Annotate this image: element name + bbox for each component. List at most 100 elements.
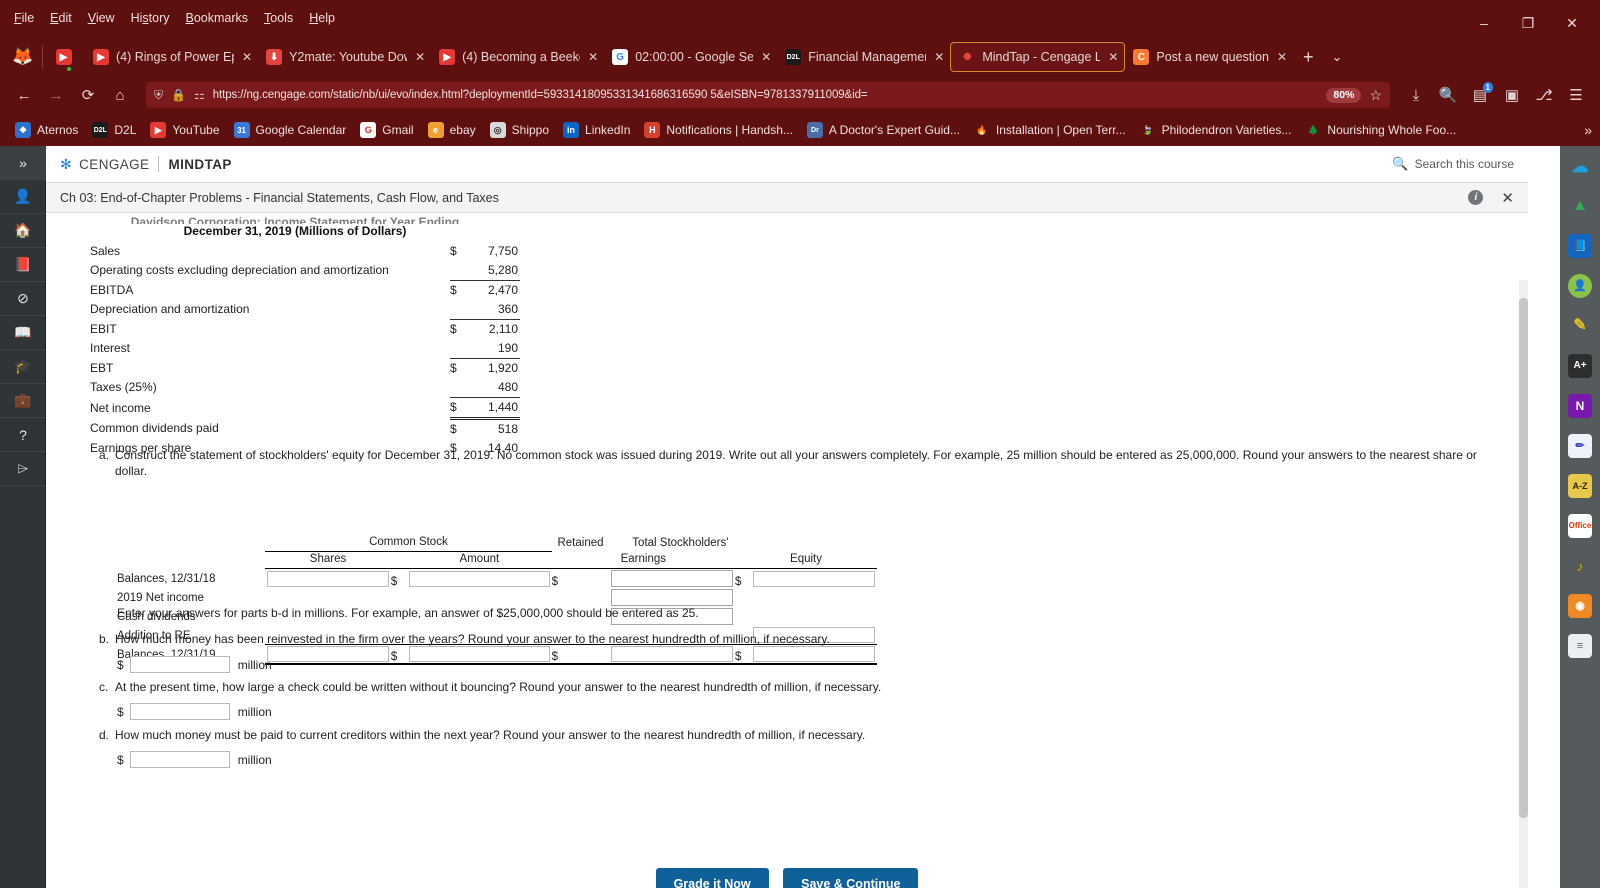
- balances-1219-retained-input[interactable]: [611, 646, 734, 662]
- answer-b-input[interactable]: [129, 656, 230, 673]
- rail-graduation-icon[interactable]: 🎓: [0, 350, 46, 384]
- tab-close-icon[interactable]: ✕: [1277, 50, 1287, 64]
- rail-expand-icon[interactable]: »: [0, 146, 46, 180]
- answer-d-input[interactable]: [129, 751, 230, 768]
- bookmark-open-terrarium[interactable]: 🔥 Installation | Open Terr...: [967, 120, 1133, 140]
- bookmark-ebay[interactable]: e ebay: [421, 120, 483, 140]
- rail-profile-icon[interactable]: 👤: [0, 180, 46, 214]
- close-icon[interactable]: ✕: [1501, 189, 1514, 207]
- downloads-icon[interactable]: ⤓: [1400, 80, 1432, 110]
- bookmark-aternos[interactable]: ❖ Aternos: [8, 120, 85, 140]
- lock-icon[interactable]: 🔒: [171, 88, 186, 102]
- home-button[interactable]: ⌂: [104, 80, 136, 110]
- bookmarks-overflow-icon[interactable]: »: [1584, 122, 1592, 138]
- containers-icon[interactable]: ⎇: [1528, 80, 1560, 110]
- balances-1219-equity-input[interactable]: [753, 646, 875, 662]
- shield-icon[interactable]: ⛨: [154, 88, 163, 103]
- rail-app-ms-office[interactable]: Office: [1560, 506, 1600, 546]
- balances-1218-shares-input[interactable]: [267, 571, 389, 587]
- balances-1219-amount-input[interactable]: [409, 646, 550, 662]
- list-all-tabs-icon[interactable]: ⌄: [1324, 49, 1351, 65]
- bookmark-handshake-notifications[interactable]: H Notifications | Handsh...: [637, 120, 800, 140]
- net-income-retained-input[interactable]: [611, 589, 734, 606]
- bookmark-linkedin[interactable]: in LinkedIn: [556, 120, 637, 140]
- bookmark-gmail[interactable]: G Gmail: [353, 120, 420, 140]
- grade-it-now-button[interactable]: Grade it Now: [655, 868, 769, 888]
- menu-bookmarks[interactable]: Bookmarks: [178, 9, 257, 27]
- tab-close-icon[interactable]: ✕: [761, 50, 771, 64]
- rail-briefcase-icon[interactable]: 💼: [0, 384, 46, 418]
- search-icon[interactable]: 🔍: [1432, 80, 1464, 110]
- answer-c-input[interactable]: [129, 703, 230, 720]
- bookmark-nourishing-whole-foods[interactable]: 🌲 Nourishing Whole Foo...: [1298, 120, 1463, 140]
- tab-mindtap[interactable]: ✺ MindTap - Cengage Learnin ✕: [950, 42, 1126, 72]
- rail-app-highlighter[interactable]: ✎: [1560, 306, 1600, 346]
- bookmark-star-icon[interactable]: ☆: [1369, 87, 1382, 104]
- tab-close-icon[interactable]: ✕: [415, 50, 425, 64]
- cengage-mindtap-logo[interactable]: ✻ CENGAGE MINDTAP: [60, 156, 232, 173]
- rail-app-contact[interactable]: 👤: [1560, 266, 1600, 306]
- rail-app-grade-a-plus[interactable]: A+: [1560, 346, 1600, 386]
- maximize-button[interactable]: ❐: [1506, 12, 1550, 34]
- tab-rings-of-power[interactable]: ▶ (4) Rings of Power Episode ✕: [85, 42, 258, 72]
- save-and-continue-button[interactable]: Save & Continue: [783, 868, 919, 888]
- search-this-course-button[interactable]: 🔍 Search this course: [1392, 156, 1514, 172]
- pinned-tab-youtube[interactable]: ▶: [49, 42, 85, 72]
- balances-1218-retained-input[interactable]: [611, 570, 734, 587]
- bookmark-google-calendar[interactable]: 31 Google Calendar: [227, 120, 354, 140]
- tab-becoming-a-beekeeper[interactable]: ▶ (4) Becoming a Beekeeper - ✕: [431, 42, 604, 72]
- menu-help[interactable]: Help: [301, 9, 343, 27]
- page-scrollbar-thumb[interactable]: [1519, 298, 1528, 818]
- tab-close-icon[interactable]: ✕: [1108, 50, 1118, 64]
- rail-home-icon[interactable]: 🏠: [0, 214, 46, 248]
- reload-button[interactable]: ⟳: [72, 80, 104, 110]
- bookmark-shippo[interactable]: ◎ Shippo: [483, 120, 556, 140]
- menu-file[interactable]: File: [6, 9, 42, 27]
- rail-app-onedrive[interactable]: ☁: [1560, 146, 1600, 186]
- tab-y2mate[interactable]: ⬇ Y2mate: Youtube Download ✕: [258, 42, 431, 72]
- rail-app-blue-book[interactable]: 📘: [1560, 226, 1600, 266]
- tab-close-icon[interactable]: ✕: [242, 50, 252, 64]
- account-icon[interactable]: ▣: [1496, 80, 1528, 110]
- close-window-button[interactable]: ✕: [1550, 12, 1594, 34]
- rail-app-google-drive[interactable]: ▲: [1560, 186, 1600, 226]
- balances-1219-shares-input[interactable]: [267, 646, 389, 662]
- forward-button[interactable]: →: [40, 80, 72, 110]
- rail-reader-icon[interactable]: 📕: [0, 248, 46, 282]
- tab-close-icon[interactable]: ✕: [934, 50, 944, 64]
- balances-1218-amount-input[interactable]: [409, 571, 550, 587]
- rail-compass-icon[interactable]: ⊘: [0, 282, 46, 316]
- tab-post-a-new-question[interactable]: C Post a new question ✕: [1125, 42, 1293, 72]
- rail-help-icon[interactable]: ?: [0, 418, 46, 452]
- menu-edit[interactable]: Edit: [42, 9, 80, 27]
- zoom-level-badge[interactable]: 80%: [1326, 87, 1362, 103]
- rail-app-pages[interactable]: ≡: [1560, 626, 1600, 666]
- bookmark-doctors-expert-guide[interactable]: Dr A Doctor's Expert Guid...: [800, 120, 967, 140]
- tab-google-search[interactable]: G 02:00:00 - Google Search ✕: [604, 42, 777, 72]
- menu-tools[interactable]: Tools: [256, 9, 301, 27]
- permissions-icon[interactable]: ⚏: [194, 88, 205, 102]
- balances-1218-equity-input[interactable]: [753, 571, 875, 587]
- rail-app-onenote[interactable]: N: [1560, 386, 1600, 426]
- page-scrollbar[interactable]: [1519, 280, 1528, 888]
- menu-view[interactable]: View: [80, 9, 123, 27]
- bookmark-philodendron-varieties[interactable]: 🍃 Philodendron Varieties...: [1133, 120, 1299, 140]
- new-tab-button[interactable]: +: [1293, 47, 1324, 68]
- menu-history[interactable]: History: [123, 9, 178, 27]
- rail-app-audio[interactable]: ♪: [1560, 546, 1600, 586]
- extension-icon[interactable]: ▤ 1: [1464, 80, 1496, 110]
- rail-app-dictionary[interactable]: A-Z: [1560, 466, 1600, 506]
- tab-financial-management[interactable]: D2L Financial Management I Se ✕: [777, 42, 950, 72]
- url-bar[interactable]: ⛨ 🔒 ⚏ https://ng.cengage.com/static/nb/u…: [146, 82, 1390, 108]
- minimize-button[interactable]: –: [1462, 12, 1506, 34]
- bookmark-d2l[interactable]: D2L D2L: [85, 120, 143, 140]
- app-menu-icon[interactable]: ☰: [1560, 80, 1592, 110]
- rail-app-notepad[interactable]: ✏: [1560, 426, 1600, 466]
- tab-close-icon[interactable]: ✕: [588, 50, 598, 64]
- bookmark-youtube[interactable]: ▶ YouTube: [143, 120, 226, 140]
- rail-book-icon[interactable]: 📖: [0, 316, 46, 350]
- rail-feedback-icon[interactable]: ⌲: [0, 452, 46, 486]
- rail-app-rss[interactable]: ◉: [1560, 586, 1600, 626]
- back-button[interactable]: ←: [8, 80, 40, 110]
- info-icon[interactable]: i: [1468, 190, 1484, 205]
